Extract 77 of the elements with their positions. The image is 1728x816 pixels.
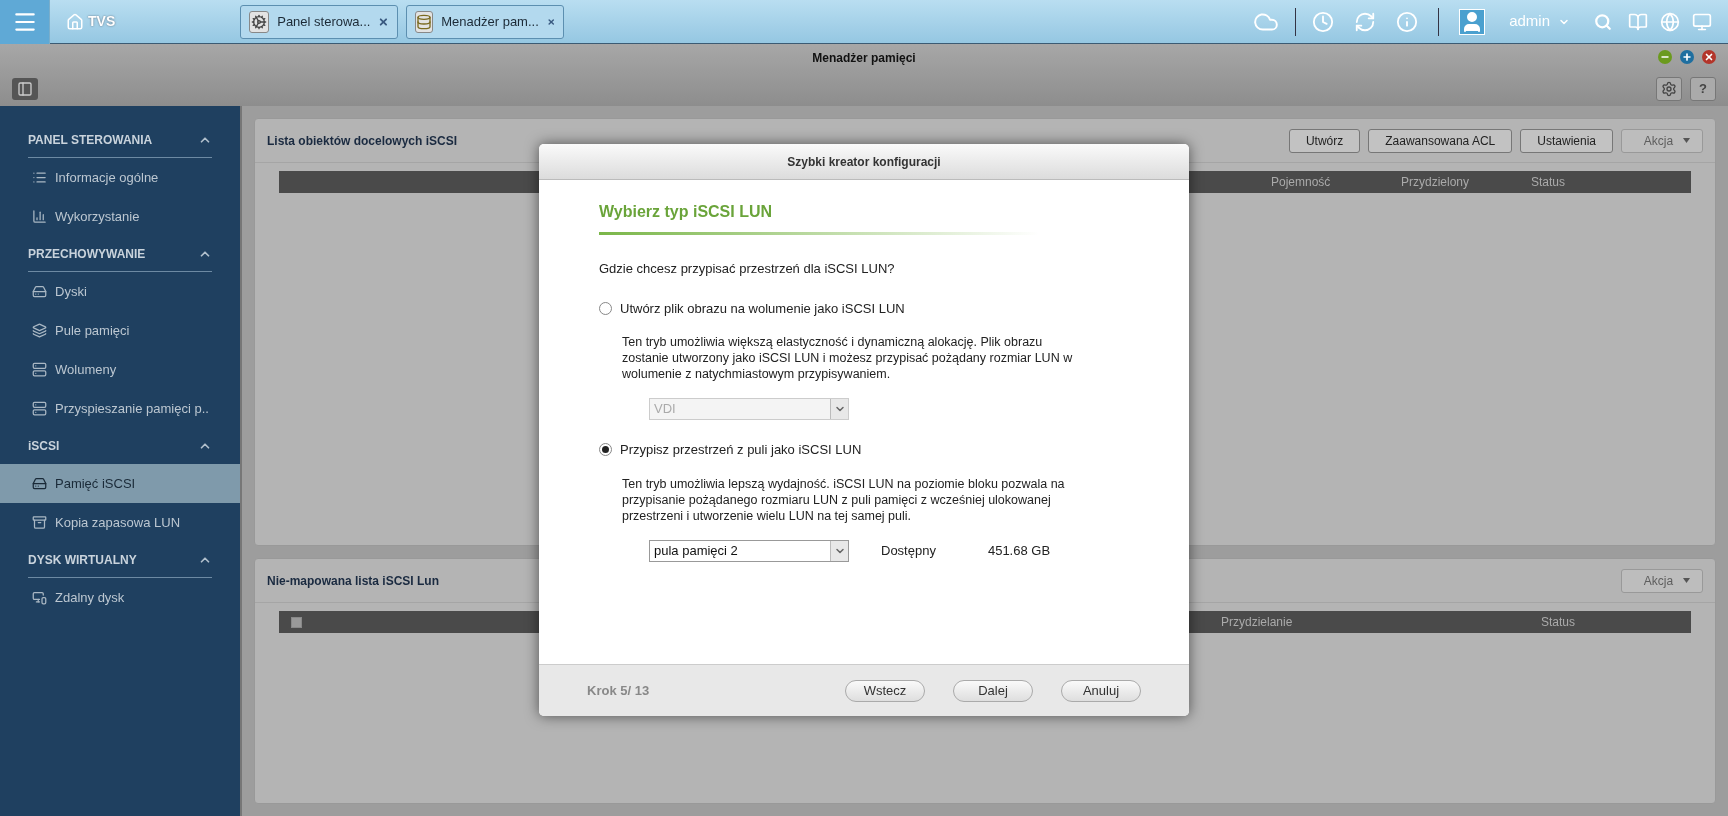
- server-icon: [32, 401, 47, 416]
- search-icon: [1594, 12, 1612, 31]
- column-header: Pojemność: [1271, 174, 1332, 191]
- panel-title: Lista obiektów docelowych iSCSI: [267, 132, 458, 150]
- sidebar-item[interactable]: Zdalny dysk: [0, 578, 240, 617]
- toolbar-button[interactable]: Utwórz: [1288, 128, 1361, 153]
- available-value: 451.68 GB: [987, 541, 1051, 560]
- sidebar-item[interactable]: Przyspieszanie pamięci p..: [0, 389, 240, 428]
- settings-icon: [1661, 81, 1677, 97]
- language-icon: [1660, 11, 1680, 32]
- close-button[interactable]: [1702, 50, 1716, 64]
- plus-icon: [1682, 52, 1692, 62]
- radio-option[interactable]: Utwórz plik obrazu na wolumenie jako iSCSI LUN: [599, 298, 1129, 318]
- option-description: Ten tryb umożliwia większą elastyczność i dynamiczną alokację. Plik obrazu zostanie utworzony jako iSCSI LUN i możesz przypisać pożądany rozmiar LUN w wolumenie z natychmiastowym przypisywaniem.: [622, 334, 1074, 382]
- section-heading: PRZECHOWYWANIE: [28, 245, 146, 263]
- dialog-button[interactable]: Dalej: [953, 679, 1033, 702]
- section-heading: DYSK WIRTUALNY: [28, 551, 137, 569]
- dialog-button[interactable]: Wstecz: [845, 679, 925, 702]
- sidebar-icon: [17, 81, 33, 97]
- column-header: Status: [1531, 174, 1567, 191]
- server-icon: [32, 362, 47, 377]
- question-text: Gdzie chcesz przypisać przestrzeń dla iSCSI LUN?: [599, 260, 896, 278]
- database-icon: [415, 10, 434, 33]
- home-icon: [66, 12, 84, 31]
- sidebar-item[interactable]: Wolumeny: [0, 350, 240, 389]
- section-heading: PANEL STEROWANIA: [28, 131, 153, 149]
- radio-button[interactable]: [599, 443, 612, 457]
- user-avatar[interactable]: [1459, 8, 1486, 35]
- archive-icon: [32, 515, 47, 530]
- info-icon: [1396, 10, 1419, 33]
- monitor-icon: [1692, 11, 1712, 32]
- minimize-button[interactable]: [1658, 50, 1672, 64]
- caret-icon: [1683, 578, 1690, 583]
- clock-icon: [1312, 10, 1335, 33]
- app-tab[interactable]: Menadżer pam...: [406, 4, 565, 39]
- sidebar-item[interactable]: Pule pamięci: [0, 311, 240, 350]
- section-heading: iSCSI: [28, 438, 60, 455]
- layers-icon: [32, 323, 47, 338]
- sidebar-item[interactable]: Wykorzystanie: [0, 197, 240, 236]
- help-button[interactable]: ?: [1690, 77, 1716, 101]
- column-header: Przydzielanie: [1221, 614, 1294, 631]
- toolbar-button[interactable]: Ustawienia: [1520, 128, 1613, 153]
- radio-option[interactable]: Przypisz przestrzeń z puli jako iSCSI LUN: [599, 440, 1129, 460]
- step-indicator: Krok 5/ 13: [587, 681, 651, 700]
- column-header: Status: [1541, 614, 1577, 631]
- bar-chart-icon: [32, 209, 47, 224]
- monitor-icon: [32, 590, 47, 605]
- hard-drive-icon: [32, 476, 47, 491]
- option-description: Ten tryb umożliwia lepszą wydajność. iSCSI LUN na poziomie bloku pozwala na przypisanie pożądanego rozmiaru LUN z puli pamięci z wcześniej ulokowanej przestrzeni i utworzenie wielu LUN na tej samej puli.: [622, 475, 1066, 524]
- dialog-button[interactable]: Anuluj: [1061, 679, 1141, 702]
- sidebar-item[interactable]: Pamięć iSCSI: [0, 464, 240, 503]
- radio-button[interactable]: [599, 301, 612, 315]
- sync-icon: [1354, 10, 1377, 33]
- menu-button[interactable]: [0, 0, 50, 44]
- available-label: Dostępny: [881, 541, 936, 560]
- sidebar-toggle-button[interactable]: [12, 78, 38, 100]
- caret-icon: [1683, 138, 1690, 143]
- help-icon: [1628, 11, 1648, 32]
- sidebar-item[interactable]: Kopia zapasowa LUN: [0, 503, 240, 542]
- hard-drive-icon: [32, 284, 47, 299]
- step-heading: Wybierz typ iSCSI LUN: [599, 202, 774, 222]
- window-title: Menadżer pamięci: [812, 50, 916, 67]
- maximize-button[interactable]: [1680, 50, 1694, 64]
- settings-button[interactable]: [1656, 77, 1682, 101]
- toolbar-button[interactable]: Zaawansowana ACL: [1368, 128, 1513, 153]
- pool-select[interactable]: pula pamięci 2: [649, 539, 849, 562]
- sidebar-item[interactable]: Dyski: [0, 272, 240, 311]
- dialog-title: Szybki kreator konfiguracji: [787, 153, 941, 171]
- sidebar-item[interactable]: Informacje ogólne: [0, 158, 240, 197]
- column-header: Przydzielony: [1401, 174, 1471, 191]
- select-all-checkbox[interactable]: [291, 616, 302, 628]
- list-icon: [32, 170, 47, 185]
- app-tab[interactable]: Panel sterowa...: [240, 4, 399, 39]
- panel-title: Nie-mapowana lista iSCSI Lun: [267, 572, 440, 590]
- gear-icon: [249, 10, 270, 33]
- close-icon: [1704, 52, 1714, 62]
- close-icon: [378, 15, 390, 28]
